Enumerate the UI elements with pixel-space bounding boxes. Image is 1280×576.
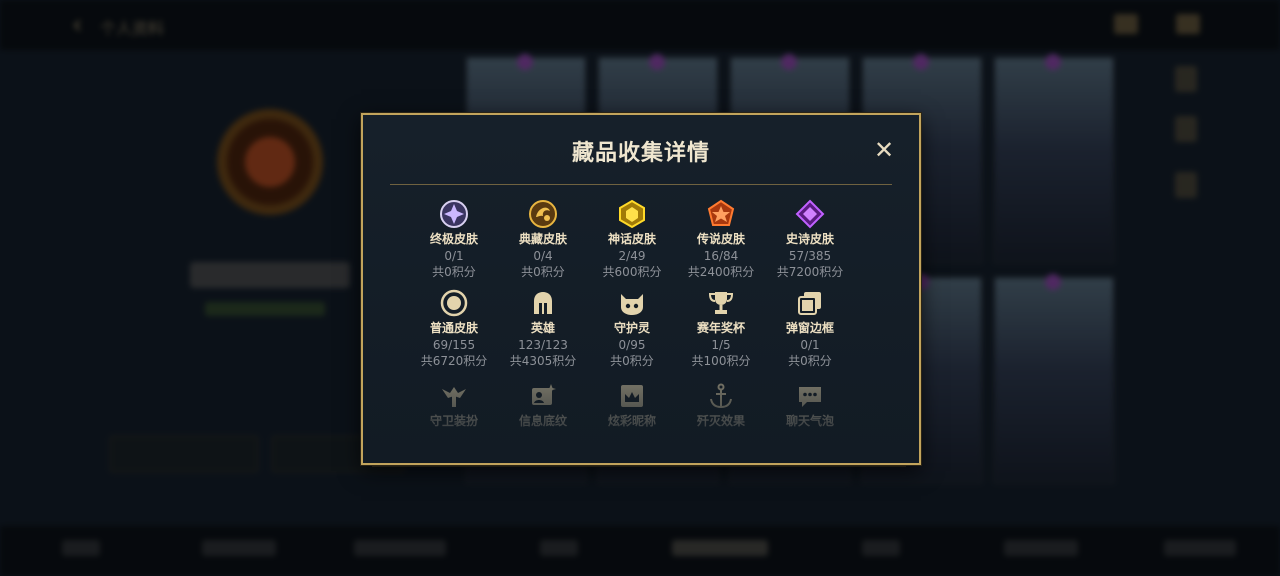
collection-item[interactable]: 英雄 123/123 共4305积分 <box>498 288 588 370</box>
collector-skin-icon <box>528 199 558 229</box>
skin-card[interactable] <box>993 274 1115 484</box>
player-name <box>190 262 350 288</box>
item-points: 共4305积分 <box>509 354 577 368</box>
collection-item[interactable]: 守护灵 0/95 共0积分 <box>587 288 677 370</box>
side-icon-1[interactable] <box>1175 66 1197 92</box>
item-count: 0/1 <box>800 338 820 352</box>
collection-item[interactable]: 聊天气泡 <box>765 381 855 430</box>
item-points: 共2400积分 <box>687 265 755 279</box>
item-label: 普通皮肤 <box>429 321 478 335</box>
collection-item[interactable]: 守卫装扮 <box>409 381 499 430</box>
item-count: 123/123 <box>518 338 568 352</box>
colorful-name-icon <box>617 381 647 411</box>
item-label: 信息底纹 <box>518 414 567 428</box>
chat-bubble-icon <box>795 381 825 411</box>
avatar-frame <box>180 96 360 216</box>
item-label: 歼灭效果 <box>696 414 745 428</box>
helmet-icon <box>528 288 558 318</box>
collection-item[interactable]: 史诗皮肤 57/385 共7200积分 <box>765 199 855 281</box>
guardian-spirit-icon <box>617 288 647 318</box>
settings-icon[interactable] <box>1176 14 1200 34</box>
item-label: 神话皮肤 <box>607 232 656 246</box>
trophy-icon <box>706 288 736 318</box>
ultimate-skin-icon <box>439 199 469 229</box>
normal-skin-icon <box>439 288 469 318</box>
item-label: 典藏皮肤 <box>518 232 567 246</box>
item-points: 共6720积分 <box>420 354 488 368</box>
item-points: 共7200积分 <box>776 265 844 279</box>
anchor-icon <box>706 381 736 411</box>
popup-frame-icon <box>795 288 825 318</box>
side-icon-3[interactable] <box>1175 172 1197 198</box>
item-label: 传说皮肤 <box>696 232 745 246</box>
item-label: 聊天气泡 <box>785 414 834 428</box>
item-label: 英雄 <box>530 321 555 335</box>
item-points: 共0积分 <box>521 265 565 279</box>
collection-item[interactable]: 信息底纹 <box>498 381 588 430</box>
bottom-tab[interactable] <box>62 540 100 556</box>
item-count: 2/49 <box>618 249 646 263</box>
close-button[interactable]: ✕ <box>869 135 899 165</box>
item-count: 1/5 <box>711 338 731 352</box>
item-points: 共0积分 <box>788 354 832 368</box>
side-icon-2[interactable] <box>1175 116 1197 142</box>
collection-details-modal: 藏品收集详情 ✕ 终极皮肤 0/1 共0积分 典藏皮肤 0/4 共0积分 神话皮… <box>361 113 921 465</box>
item-points: 共0积分 <box>610 354 654 368</box>
bottom-tab-active[interactable] <box>672 540 768 556</box>
bottom-tab[interactable] <box>540 540 578 556</box>
modal-title: 藏品收集详情 <box>571 141 710 166</box>
mail-icon[interactable] <box>1114 14 1138 34</box>
item-count: 16/84 <box>703 249 739 263</box>
item-label: 守护灵 <box>613 321 650 335</box>
collection-item[interactable]: 传说皮肤 16/84 共2400积分 <box>676 199 766 281</box>
item-points: 共0积分 <box>432 265 476 279</box>
profile-button-1[interactable] <box>110 436 258 472</box>
player-status <box>205 302 325 316</box>
collection-item[interactable]: 弹窗边框 0/1 共0积分 <box>765 288 855 370</box>
item-label: 赛年奖杯 <box>696 321 745 335</box>
back-arrow-icon[interactable]: ‹ <box>72 10 96 40</box>
collection-item[interactable]: 终极皮肤 0/1 共0积分 <box>409 199 499 281</box>
item-label: 炫彩昵称 <box>607 414 656 428</box>
item-points: 共100积分 <box>691 354 751 368</box>
bottom-tab[interactable] <box>862 540 900 556</box>
info-card-icon <box>528 381 558 411</box>
item-count: 0/1 <box>444 249 464 263</box>
item-points: 共600积分 <box>602 265 662 279</box>
bottom-tab[interactable] <box>202 540 276 556</box>
item-label: 弹窗边框 <box>785 321 834 335</box>
collection-item[interactable]: 赛年奖杯 1/5 共100积分 <box>676 288 766 370</box>
collection-item[interactable]: 典藏皮肤 0/4 共0积分 <box>498 199 588 281</box>
collection-item[interactable]: 神话皮肤 2/49 共600积分 <box>587 199 677 281</box>
mythic-skin-icon <box>617 199 647 229</box>
collection-item[interactable]: 炫彩昵称 <box>587 381 677 430</box>
item-label: 守卫装扮 <box>429 414 478 428</box>
bottom-tab[interactable] <box>1164 540 1236 556</box>
epic-skin-icon <box>795 199 825 229</box>
item-count: 0/95 <box>618 338 646 352</box>
item-label: 史诗皮肤 <box>785 232 834 246</box>
collection-item[interactable]: 普通皮肤 69/155 共6720积分 <box>409 288 499 370</box>
bottom-tab-bar <box>0 526 1280 576</box>
collection-item[interactable]: 歼灭效果 <box>676 381 766 430</box>
legendary-skin-icon <box>706 199 736 229</box>
bottom-tab[interactable] <box>354 540 446 556</box>
item-count: 57/385 <box>788 249 832 263</box>
skin-card[interactable] <box>993 54 1115 264</box>
ward-skin-icon <box>439 381 469 411</box>
page-title: 个人资料 <box>100 19 165 38</box>
item-count: 69/155 <box>432 338 476 352</box>
bottom-tab[interactable] <box>1004 540 1078 556</box>
item-label: 终极皮肤 <box>429 232 478 246</box>
title-divider <box>390 184 892 185</box>
top-bar <box>0 0 1280 50</box>
item-count: 0/4 <box>533 249 553 263</box>
